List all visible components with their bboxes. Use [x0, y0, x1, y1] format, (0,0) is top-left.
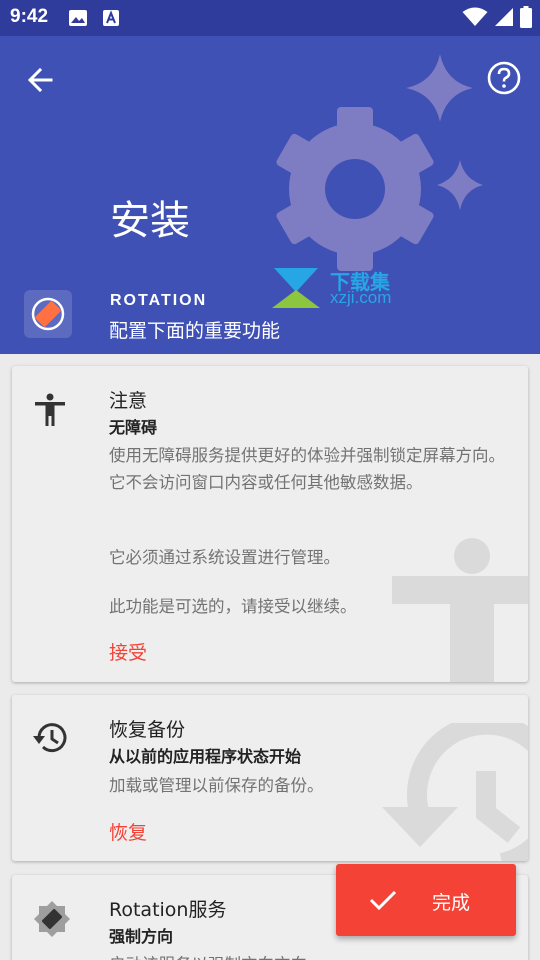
watermark: 下载集 xzji.com [268, 266, 391, 314]
settings-gear-decoration-icon [276, 54, 483, 271]
signal-icon [495, 8, 513, 26]
card-subtitle: 无障碍 [109, 418, 158, 437]
card-description: 使用无障碍服务提供更好的体验并强制锁定屏幕方向。它不会访问窗口内容或任何其他敏感… [109, 446, 505, 492]
card-description: 启动该服务以强制方向方向 [109, 951, 509, 960]
status-bar: 9:42 [0, 0, 540, 36]
font-notification-icon [103, 10, 119, 26]
accessibility-icon [35, 393, 65, 426]
restore-button[interactable]: 恢复 [109, 818, 147, 845]
card-note: 它必须通过系统设置进行管理。 [109, 548, 340, 567]
help-icon[interactable] [486, 60, 522, 96]
card-title: 注意 [109, 390, 148, 412]
wifi-icon [462, 7, 488, 26]
back-arrow-icon[interactable] [22, 60, 62, 100]
app-icon [24, 290, 72, 338]
card-title: Rotation服务 [109, 899, 227, 921]
card-subtitle: 从以前的应用程序状态开始 [109, 747, 302, 766]
restore-backup-card: 恢复备份 从以前的应用程序状态开始 加载或管理以前保存的备份。 恢复 [12, 695, 528, 861]
app-name: ROTATION [110, 292, 208, 309]
check-icon [369, 890, 397, 911]
setup-header: 安装 下载集 xzji.com ROTATION 配置下面的重要功能 [0, 36, 540, 354]
history-icon [33, 723, 67, 753]
done-button[interactable]: 完成 [336, 864, 516, 936]
done-label: 完成 [432, 892, 471, 914]
card-subtitle: 强制方向 [109, 927, 174, 946]
status-time: 9:42 [10, 6, 49, 27]
battery-icon [520, 6, 532, 28]
rotation-service-icon [34, 901, 70, 937]
watermark-url: xzji.com [330, 288, 392, 307]
page-title: 安装 [110, 198, 190, 244]
card-title: 恢复备份 [109, 719, 186, 741]
image-notification-icon [69, 10, 87, 26]
watermark-logo-icon [272, 268, 320, 308]
accessibility-card: 注意 无障碍 使用无障碍服务提供更好的体验并强制锁定屏幕方向。它不会访问窗口内容… [12, 366, 528, 682]
card-description: 加载或管理以前保存的备份。 [109, 776, 324, 795]
accept-button[interactable]: 接受 [109, 638, 147, 665]
card-note: 此功能是可选的，请接受以继续。 [109, 597, 357, 616]
header-subtitle: 配置下面的重要功能 [109, 320, 281, 342]
